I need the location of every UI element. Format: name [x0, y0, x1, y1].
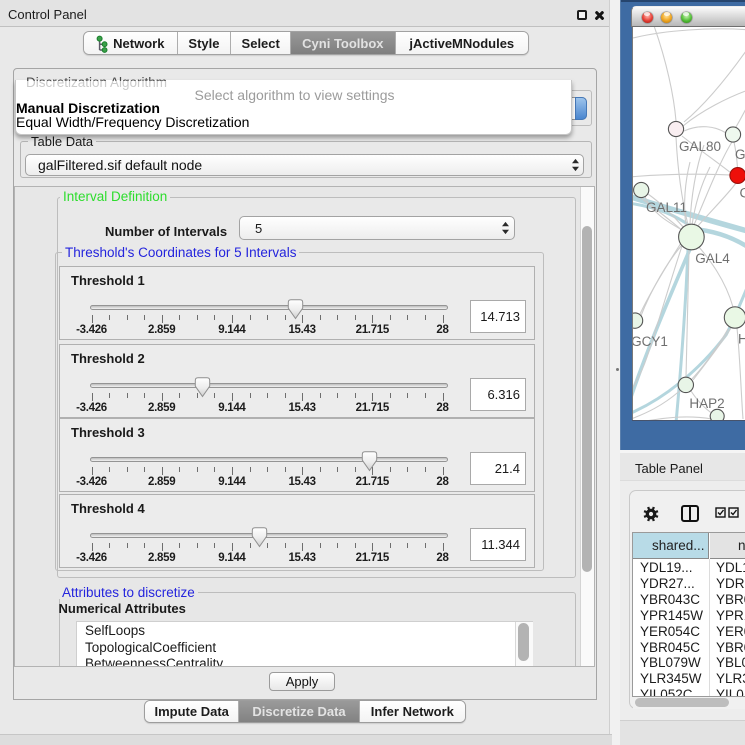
svg-text:GAL80: GAL80 [679, 139, 721, 154]
svg-text:H: H [738, 332, 745, 347]
svg-text:C: C [740, 186, 745, 201]
svg-text:HAP2: HAP2 [689, 396, 724, 411]
svg-text:GAL4: GAL4 [695, 251, 730, 266]
svg-text:GAL11: GAL11 [646, 200, 687, 215]
svg-text:GA: GA [735, 147, 745, 162]
svg-text:GCY1: GCY1 [633, 334, 668, 349]
